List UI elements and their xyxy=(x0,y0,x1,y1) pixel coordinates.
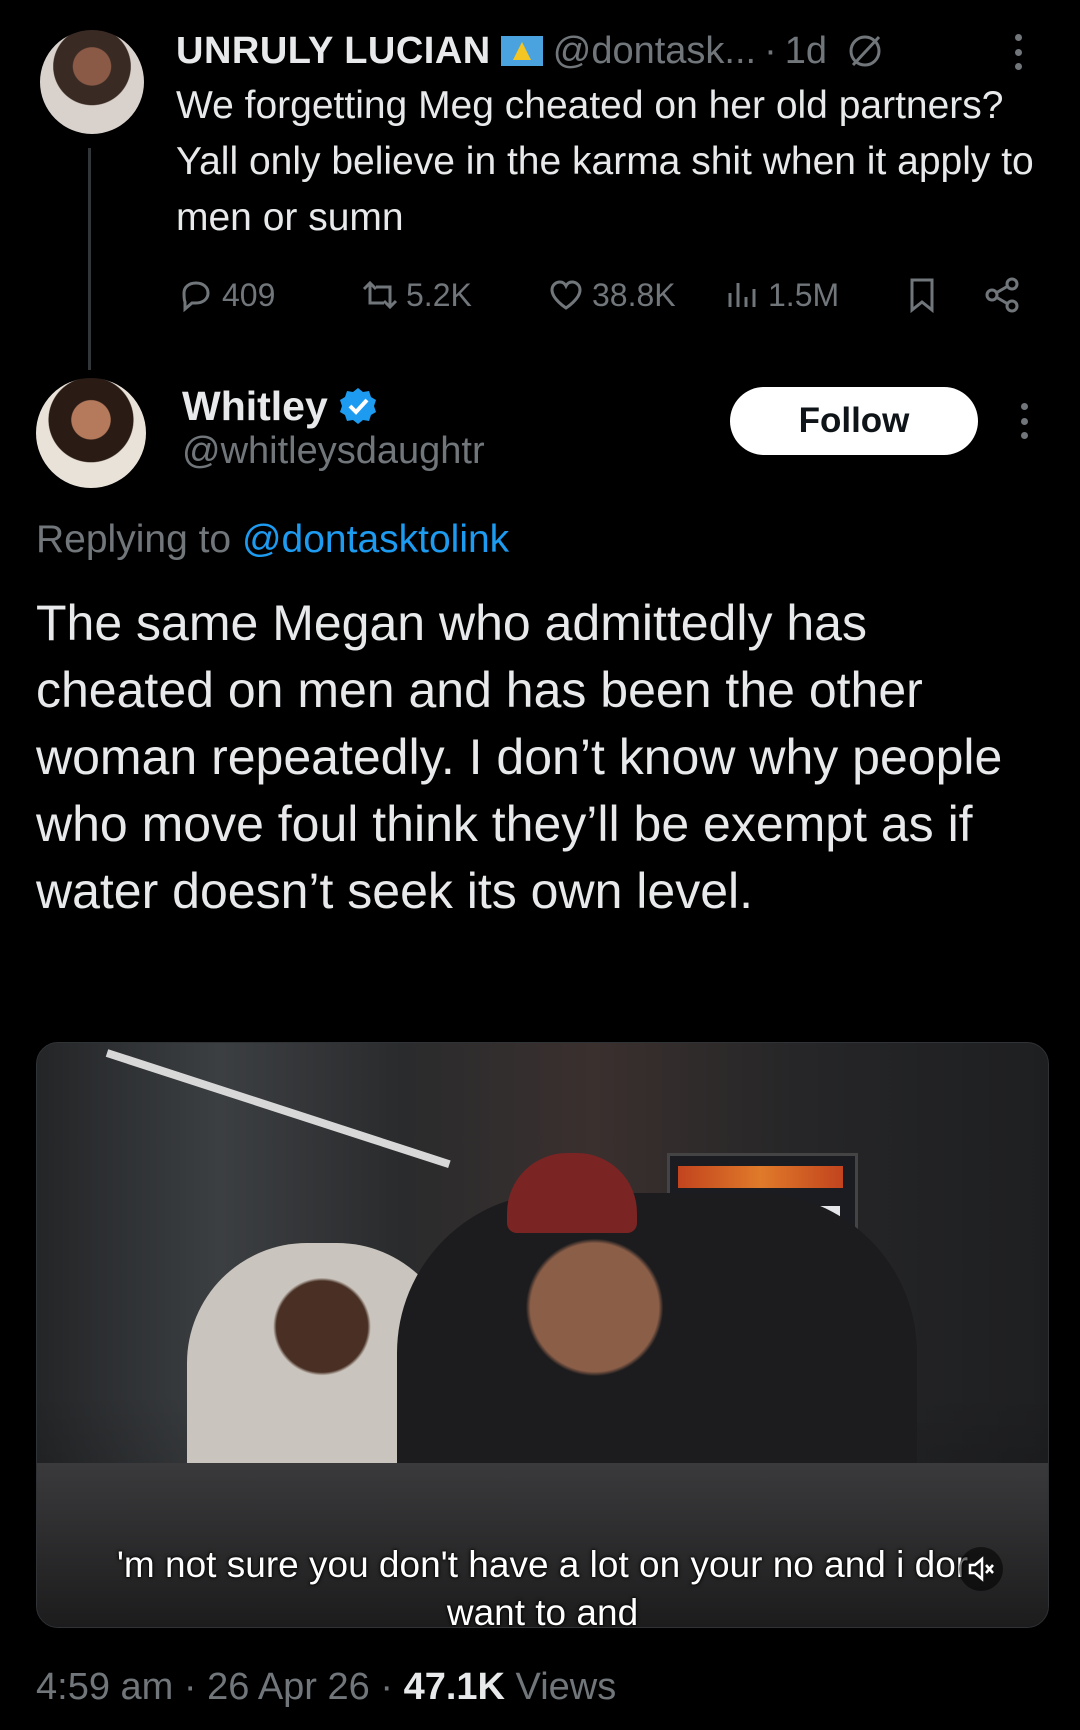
caption-line-2: want to and xyxy=(446,1592,639,1628)
tweet-time[interactable]: 4:59 am xyxy=(36,1666,173,1708)
thread-connector-line xyxy=(88,148,91,370)
video-caption: 'm not sure you don't have a lot on your… xyxy=(37,1541,1048,1628)
saint-lucia-flag-icon xyxy=(500,36,543,66)
main-more-options-icon[interactable] xyxy=(1018,403,1030,439)
parent-handle[interactable]: @dontask... xyxy=(553,30,756,73)
video-player[interactable]: 'm not sure you don't have a lot on your… xyxy=(36,1042,1049,1628)
microphone-boom xyxy=(105,1049,451,1169)
replying-prefix: Replying to xyxy=(36,518,242,561)
meta-separator: · xyxy=(183,1666,197,1708)
like-count: 38.8K xyxy=(592,276,676,313)
speaker-muted-icon xyxy=(968,1556,994,1582)
bookmark-button[interactable] xyxy=(902,270,948,320)
separator-dot: · xyxy=(764,29,777,72)
parent-action-bar: 409 5.2K 38.8K 1.5M xyxy=(176,270,1036,320)
reply-icon xyxy=(182,281,210,313)
avatar-whitley[interactable] xyxy=(36,378,146,488)
avatar-unruly-lucian[interactable] xyxy=(40,30,144,134)
share-icon xyxy=(985,277,1019,313)
reply-count: 409 xyxy=(222,276,276,313)
share-button[interactable] xyxy=(982,270,1028,320)
like-button[interactable]: 38.8K xyxy=(546,270,676,320)
parent-timestamp[interactable]: 1d xyxy=(785,30,827,73)
repost-icon xyxy=(362,280,398,310)
tweet-views-count[interactable]: 47.1K xyxy=(404,1666,505,1708)
replying-to-line: Replying to @dontasktolink xyxy=(36,518,509,562)
parent-tweet-header: UNRULY LUCIAN @dontask... · 1d xyxy=(176,26,1016,76)
follow-button[interactable]: Follow xyxy=(730,387,978,455)
reply-button[interactable]: 409 xyxy=(176,270,275,320)
analytics-icon xyxy=(728,283,756,307)
views-count: 1.5M xyxy=(768,276,840,313)
tweet-date[interactable]: 26 Apr 26 xyxy=(207,1666,370,1708)
main-display-name[interactable]: Whitley xyxy=(182,383,328,430)
main-handle[interactable]: @whitleysdaughtr xyxy=(182,430,485,473)
mute-toggle-button[interactable] xyxy=(959,1547,1003,1591)
video-red-cap xyxy=(507,1153,637,1233)
caption-line-1: 'm not sure you don't have a lot on your… xyxy=(116,1544,969,1585)
verified-badge-icon[interactable] xyxy=(338,386,378,426)
parent-more-options-icon[interactable] xyxy=(1000,32,1036,72)
main-tweet-header: Whitley xyxy=(182,378,378,434)
replying-mention-link[interactable]: @dontasktolink xyxy=(242,518,509,561)
meta-separator: · xyxy=(380,1666,393,1708)
parent-tweet-text: We forgetting Meg cheated on her old par… xyxy=(176,84,1034,239)
repost-button[interactable]: 5.2K xyxy=(360,270,472,320)
bookmark-icon xyxy=(910,278,934,314)
tweet-metadata: 4:59 am · 26 Apr 26 · 47.1K Views xyxy=(36,1666,616,1709)
heart-icon xyxy=(550,280,582,310)
views-button[interactable]: 1.5M xyxy=(722,270,839,320)
repost-count: 5.2K xyxy=(406,276,472,313)
grok-icon[interactable] xyxy=(845,31,885,71)
tweet-views-label: Views xyxy=(515,1666,617,1708)
main-tweet-text: The same Megan who admittedly has cheate… xyxy=(36,595,1003,919)
parent-display-name[interactable]: UNRULY LUCIAN xyxy=(176,30,491,73)
